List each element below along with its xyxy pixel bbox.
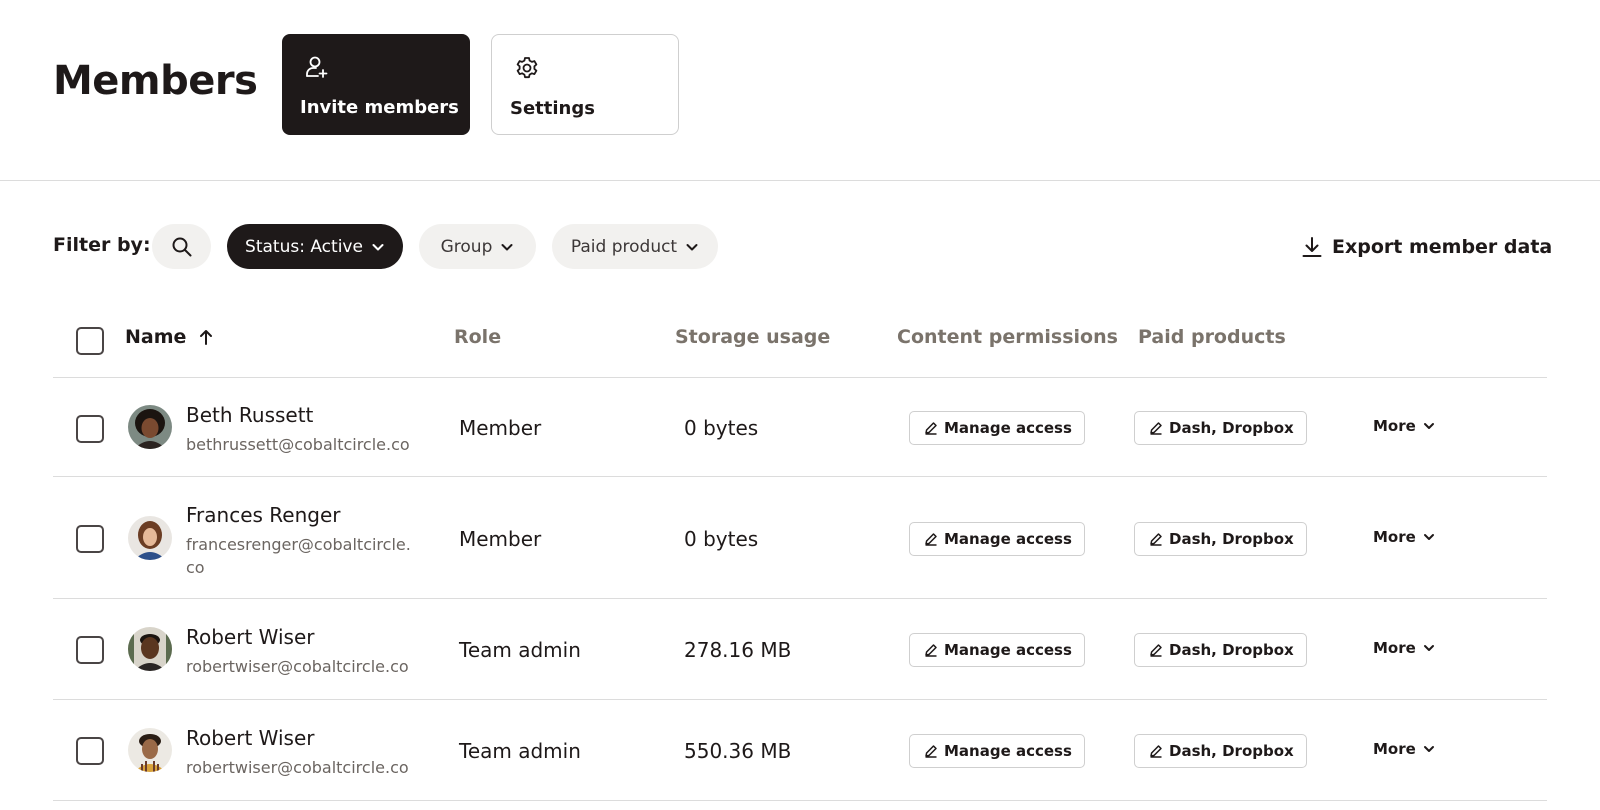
more-label: More	[1373, 639, 1416, 657]
member-email: robertwiser@cobaltcircle.co	[186, 657, 409, 676]
manage-access-label: Manage access	[944, 742, 1072, 760]
gear-icon	[516, 57, 538, 79]
manage-access-label: Manage access	[944, 530, 1072, 548]
download-icon	[1302, 237, 1322, 257]
column-header-paid-products: Paid products	[1138, 326, 1286, 348]
avatar	[128, 516, 172, 560]
column-header-name[interactable]: Name	[125, 326, 214, 348]
member-name: Beth Russett	[186, 403, 314, 427]
filter-label: Filter by:	[53, 234, 151, 256]
pencil-icon	[925, 745, 937, 758]
manage-access-button[interactable]: Manage access	[909, 522, 1085, 556]
chevron-down-icon	[372, 243, 384, 250]
row-checkbox[interactable]	[76, 525, 104, 553]
row-checkbox[interactable]	[76, 737, 104, 765]
member-role: Member	[459, 416, 542, 440]
invite-members-button[interactable]: Invite members	[282, 34, 470, 135]
avatar	[128, 405, 172, 449]
paid-products-label: Dash, Dropbox	[1169, 419, 1294, 437]
invite-members-label: Invite members	[300, 97, 459, 118]
chevron-down-icon	[1423, 746, 1434, 752]
pencil-icon	[925, 422, 937, 435]
paid-products-button[interactable]: Dash, Dropbox	[1134, 411, 1307, 445]
pencil-icon	[925, 644, 937, 657]
more-dropdown[interactable]: More	[1373, 528, 1435, 546]
column-header-storage: Storage usage	[675, 326, 831, 348]
manage-access-label: Manage access	[944, 419, 1072, 437]
member-name: Frances Renger	[186, 503, 341, 527]
page-header: Members Invite members Settings	[0, 0, 1600, 181]
divider	[53, 699, 1547, 700]
column-header-permissions: Content permissions	[897, 326, 1118, 348]
search-icon	[172, 237, 191, 256]
avatar	[128, 728, 172, 772]
group-filter-label: Group	[440, 236, 493, 257]
member-storage: 278.16 MB	[684, 638, 792, 662]
status-filter-label: Status: Active	[245, 236, 363, 257]
more-label: More	[1373, 528, 1416, 546]
pencil-icon	[1150, 422, 1162, 435]
chevron-down-icon	[1423, 423, 1434, 429]
export-label: Export member data	[1332, 236, 1553, 258]
chevron-down-icon	[1423, 645, 1434, 651]
chevron-down-icon	[686, 243, 698, 250]
manage-access-button[interactable]: Manage access	[909, 411, 1085, 445]
chevron-down-icon	[501, 243, 513, 250]
more-label: More	[1373, 740, 1416, 758]
member-storage: 0 bytes	[684, 416, 759, 440]
paid-product-filter-dropdown[interactable]: Paid product	[552, 224, 718, 269]
avatar	[128, 627, 172, 671]
pencil-icon	[1150, 745, 1162, 758]
member-email: francesrenger@cobaltcircle.co	[186, 535, 411, 577]
member-email: bethrussett@cobaltcircle.co	[186, 435, 410, 454]
more-dropdown[interactable]: More	[1373, 740, 1435, 758]
paid-products-button[interactable]: Dash, Dropbox	[1134, 633, 1307, 667]
member-storage: 0 bytes	[684, 527, 759, 551]
group-filter-dropdown[interactable]: Group	[419, 224, 536, 269]
row-checkbox[interactable]	[76, 415, 104, 443]
divider	[53, 598, 1547, 599]
column-header-role: Role	[454, 326, 502, 348]
select-all-checkbox[interactable]	[76, 327, 104, 355]
paid-products-label: Dash, Dropbox	[1169, 742, 1294, 760]
row-checkbox[interactable]	[76, 636, 104, 664]
more-label: More	[1373, 417, 1416, 435]
member-role: Member	[459, 527, 542, 551]
add-person-icon	[306, 56, 328, 78]
divider	[53, 476, 1547, 477]
divider	[53, 377, 1547, 378]
member-role: Team admin	[459, 638, 581, 662]
paid-products-label: Dash, Dropbox	[1169, 530, 1294, 548]
paid-products-button[interactable]: Dash, Dropbox	[1134, 734, 1307, 768]
member-name: Robert Wiser	[186, 625, 315, 649]
manage-access-label: Manage access	[944, 641, 1072, 659]
manage-access-button[interactable]: Manage access	[909, 633, 1085, 667]
search-button[interactable]	[152, 224, 211, 269]
column-header-name-label: Name	[125, 326, 187, 348]
member-storage: 550.36 MB	[684, 739, 792, 763]
member-email: robertwiser@cobaltcircle.co	[186, 758, 409, 777]
paid-products-button[interactable]: Dash, Dropbox	[1134, 522, 1307, 556]
member-role: Team admin	[459, 739, 581, 763]
export-member-data-button[interactable]: Export member data	[1300, 230, 1552, 264]
more-dropdown[interactable]: More	[1373, 639, 1435, 657]
more-dropdown[interactable]: More	[1373, 417, 1435, 435]
settings-button[interactable]: Settings	[491, 34, 679, 135]
pencil-icon	[1150, 644, 1162, 657]
settings-label: Settings	[510, 98, 595, 119]
member-name: Robert Wiser	[186, 726, 315, 750]
chevron-down-icon	[1423, 534, 1434, 540]
status-filter-dropdown[interactable]: Status: Active	[227, 224, 403, 269]
manage-access-button[interactable]: Manage access	[909, 734, 1085, 768]
pencil-icon	[925, 533, 937, 546]
divider	[53, 800, 1547, 801]
arrow-up-icon	[200, 330, 213, 345]
paid-product-filter-label: Paid product	[570, 236, 678, 257]
pencil-icon	[1150, 533, 1162, 546]
page-title: Members	[53, 58, 258, 104]
paid-products-label: Dash, Dropbox	[1169, 641, 1294, 659]
